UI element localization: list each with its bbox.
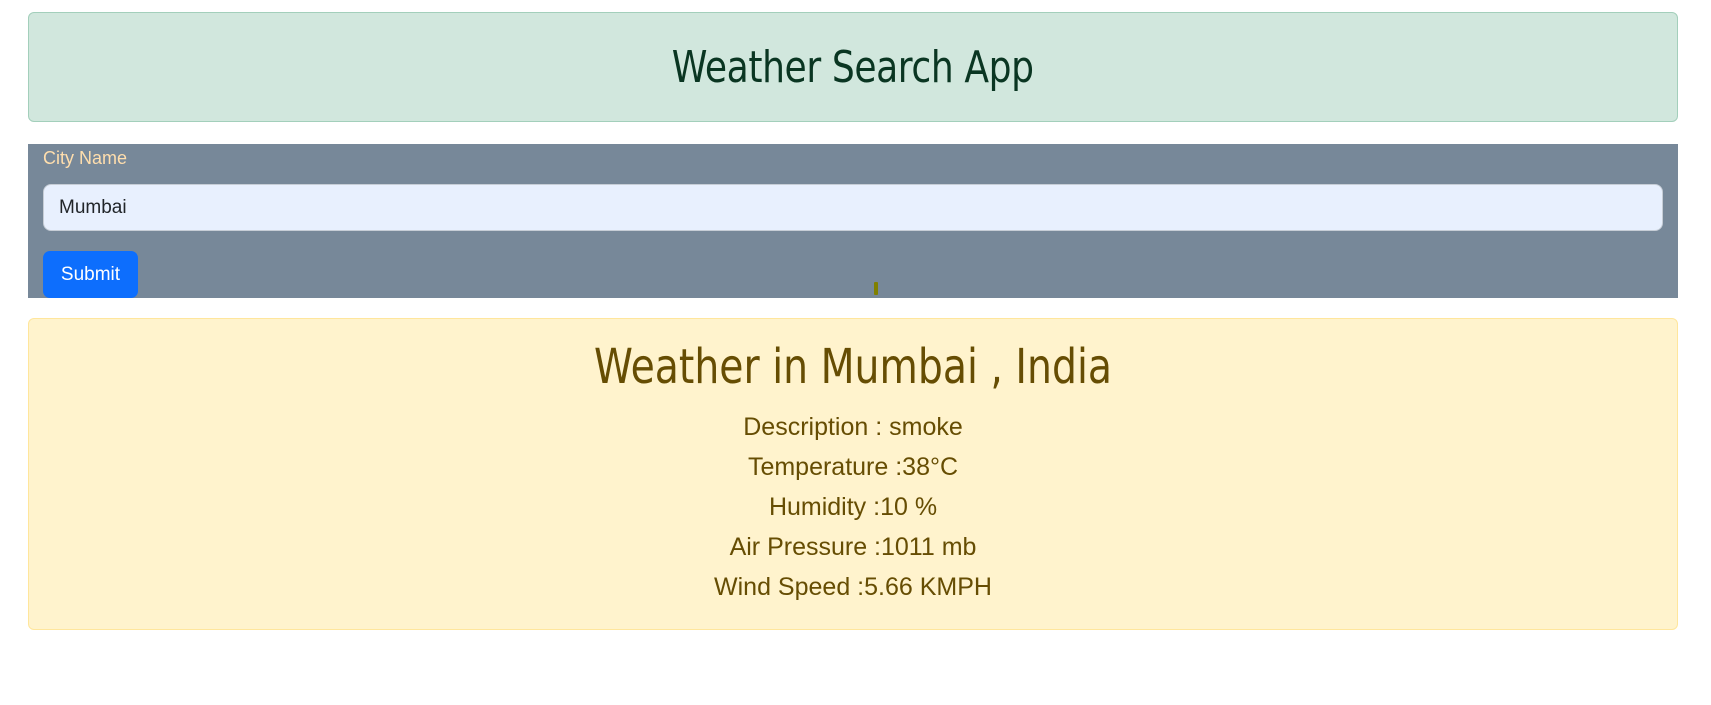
weather-wind-speed: Wind Speed :5.66 KMPH bbox=[714, 573, 992, 601]
weather-location-title: Weather in Mumbai , India bbox=[593, 339, 1113, 395]
header-card: Weather Search App bbox=[28, 12, 1678, 122]
city-name-input[interactable] bbox=[43, 184, 1663, 231]
city-name-label: City Name bbox=[43, 148, 128, 168]
weather-result-card: Weather in Mumbai , India Description : … bbox=[28, 318, 1678, 630]
submit-button[interactable]: Submit bbox=[43, 251, 138, 298]
search-form: City Name Submit bbox=[28, 144, 1678, 298]
weather-air-pressure: Air Pressure :1011 mb bbox=[729, 533, 977, 561]
weather-description: Description : smoke bbox=[743, 413, 963, 441]
loading-indicator bbox=[874, 282, 878, 295]
weather-temperature: Temperature :38°C bbox=[747, 453, 959, 481]
weather-humidity: Humidity :10 % bbox=[768, 493, 938, 521]
app-title: Weather Search App bbox=[672, 41, 1034, 93]
